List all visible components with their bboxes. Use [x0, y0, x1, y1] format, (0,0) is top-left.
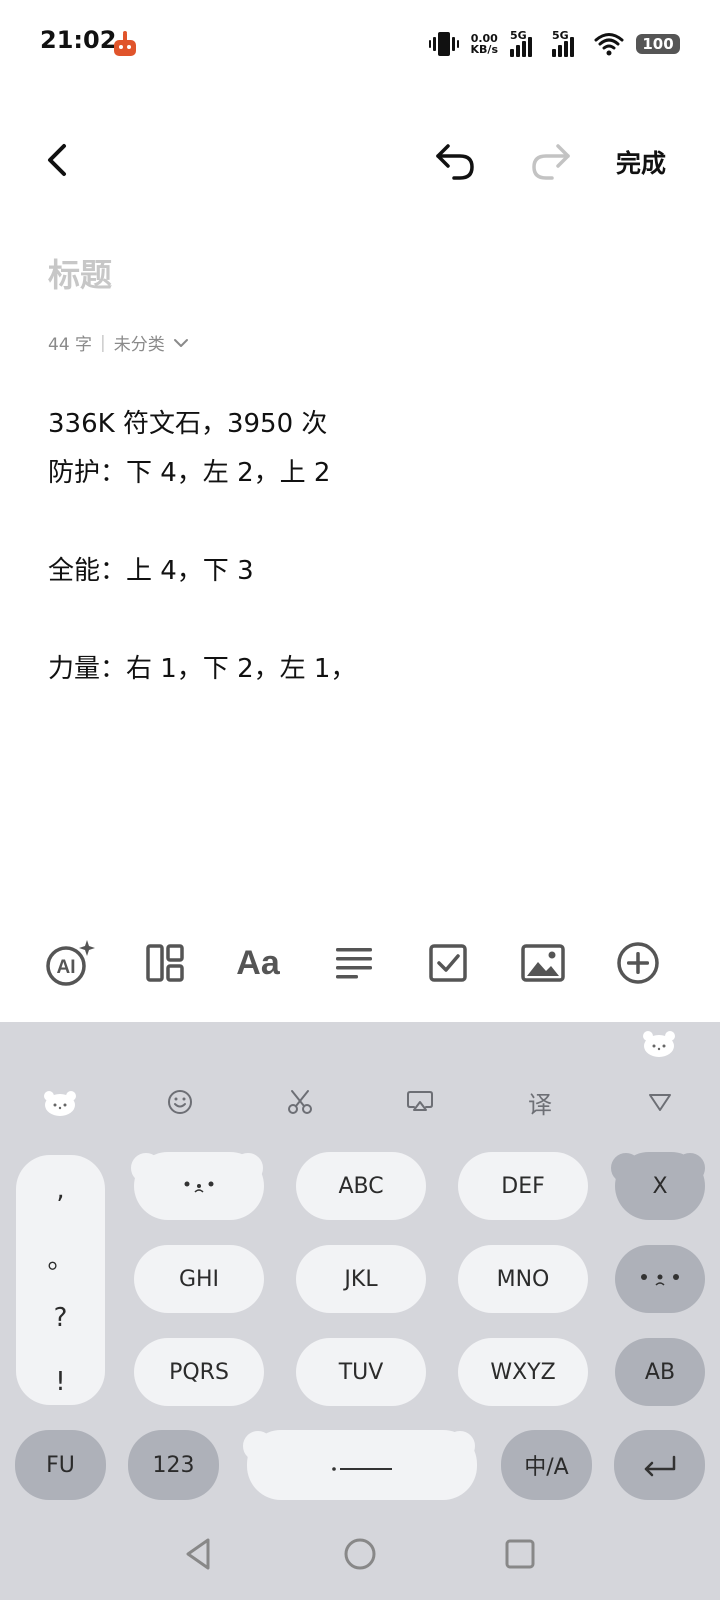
note-line [48, 596, 678, 645]
ai-icon[interactable]: AI [42, 935, 98, 991]
key-mno[interactable]: MNO [458, 1245, 588, 1313]
key-ab[interactable]: AB [615, 1338, 705, 1406]
emoji-icon[interactable] [160, 1082, 200, 1122]
vibrate-icon [428, 32, 459, 56]
language-switch-key[interactable]: 中/A [501, 1430, 592, 1500]
status-bar: 21:02 0.00 KB/s 5G 5G 100 [0, 0, 720, 88]
key-123[interactable]: 123 [128, 1430, 219, 1500]
editor-header: 完成 [0, 120, 720, 200]
punctuation-column: , 。 ? ! [16, 1155, 105, 1405]
bear-skin-icon[interactable] [40, 1082, 80, 1122]
network-speed: 0.00 KB/s [471, 33, 498, 55]
network-speed-unit: KB/s [470, 43, 498, 56]
note-line: 防护：下 4，左 2，上 2 [48, 458, 331, 488]
collapse-keyboard-icon[interactable] [640, 1082, 680, 1122]
done-button[interactable]: 完成 [616, 144, 666, 180]
key-abc[interactable]: ABC [296, 1152, 426, 1220]
screen: 21:02 0.00 KB/s 5G 5G 100 完成 标题 44 字 | 未… [0, 0, 720, 1600]
key-tuv[interactable]: TUV [296, 1338, 426, 1406]
key-wxyz[interactable]: WXYZ [458, 1338, 588, 1406]
align-icon[interactable] [326, 935, 382, 991]
word-count: 44 字 [48, 335, 93, 355]
image-icon[interactable] [515, 935, 571, 991]
key-ghi[interactable]: GHI [134, 1245, 264, 1313]
format-toolbar: AI Aa [0, 935, 720, 1001]
nav-recents-icon[interactable] [500, 1534, 540, 1574]
app-notification-icon [114, 31, 136, 56]
note-meta: 44 字 | 未分类 [48, 330, 189, 355]
redo-icon[interactable] [526, 136, 574, 184]
note-line: 336K 符文石，3950 次 [48, 409, 328, 439]
translate-button[interactable]: 译 [520, 1082, 560, 1122]
key-def[interactable]: DEF [458, 1152, 588, 1220]
navigation-bar [0, 1524, 720, 1594]
punctuation-key[interactable]: ! [16, 1367, 105, 1397]
space-key[interactable] [247, 1430, 477, 1500]
svg-text:AI: AI [57, 957, 76, 978]
key-jkl[interactable]: JKL [296, 1245, 426, 1313]
key-pqrs[interactable]: PQRS [134, 1338, 264, 1406]
punctuation-key[interactable]: 。 [16, 1239, 105, 1276]
undo-icon[interactable] [432, 136, 480, 184]
battery-indicator: 100 [636, 34, 680, 54]
bear-emoticon-key[interactable] [615, 1245, 705, 1313]
signal-label: 5G [552, 29, 569, 42]
signal-strength-icon: 5G [510, 29, 540, 57]
keyboard-toolbar: 译 [0, 1082, 720, 1122]
chevron-down-icon[interactable] [173, 337, 189, 349]
delete-key[interactable]: X [615, 1152, 705, 1220]
note-line: 力量：右 1，下 2，左 1， [48, 654, 357, 684]
signal-label: 5G [510, 29, 527, 42]
punctuation-key[interactable]: , [16, 1175, 105, 1205]
status-time: 21:02 [40, 26, 117, 54]
enter-key[interactable] [614, 1430, 705, 1500]
category-selector[interactable]: 未分类 [114, 330, 165, 355]
status-icons: 0.00 KB/s 5G 5G 100 [428, 28, 680, 60]
key-fu[interactable]: FU [15, 1430, 106, 1500]
note-line: 全能：上 4，下 3 [48, 556, 254, 586]
back-icon[interactable] [36, 138, 80, 182]
bear-mascot-icon[interactable] [642, 1028, 676, 1058]
checklist-icon[interactable] [420, 935, 476, 991]
text-style-icon[interactable]: Aa [230, 935, 286, 991]
signal-strength-icon: 5G [552, 29, 582, 57]
bear-face-key[interactable] [134, 1152, 264, 1220]
punctuation-key[interactable]: ? [16, 1303, 105, 1333]
wifi-icon [594, 33, 624, 56]
layout-icon[interactable] [137, 935, 193, 991]
cast-icon[interactable] [400, 1082, 440, 1122]
meta-separator: | [100, 332, 106, 353]
title-field[interactable]: 标题 [48, 250, 112, 296]
add-icon[interactable] [610, 935, 666, 991]
nav-home-icon[interactable] [340, 1534, 380, 1574]
nav-back-icon[interactable] [180, 1534, 220, 1574]
note-body[interactable]: 336K 符文石，3950 次 防护：下 4，左 2，上 2 全能：上 4，下 … [48, 400, 678, 694]
scissors-icon[interactable] [280, 1082, 320, 1122]
note-line [48, 498, 678, 547]
